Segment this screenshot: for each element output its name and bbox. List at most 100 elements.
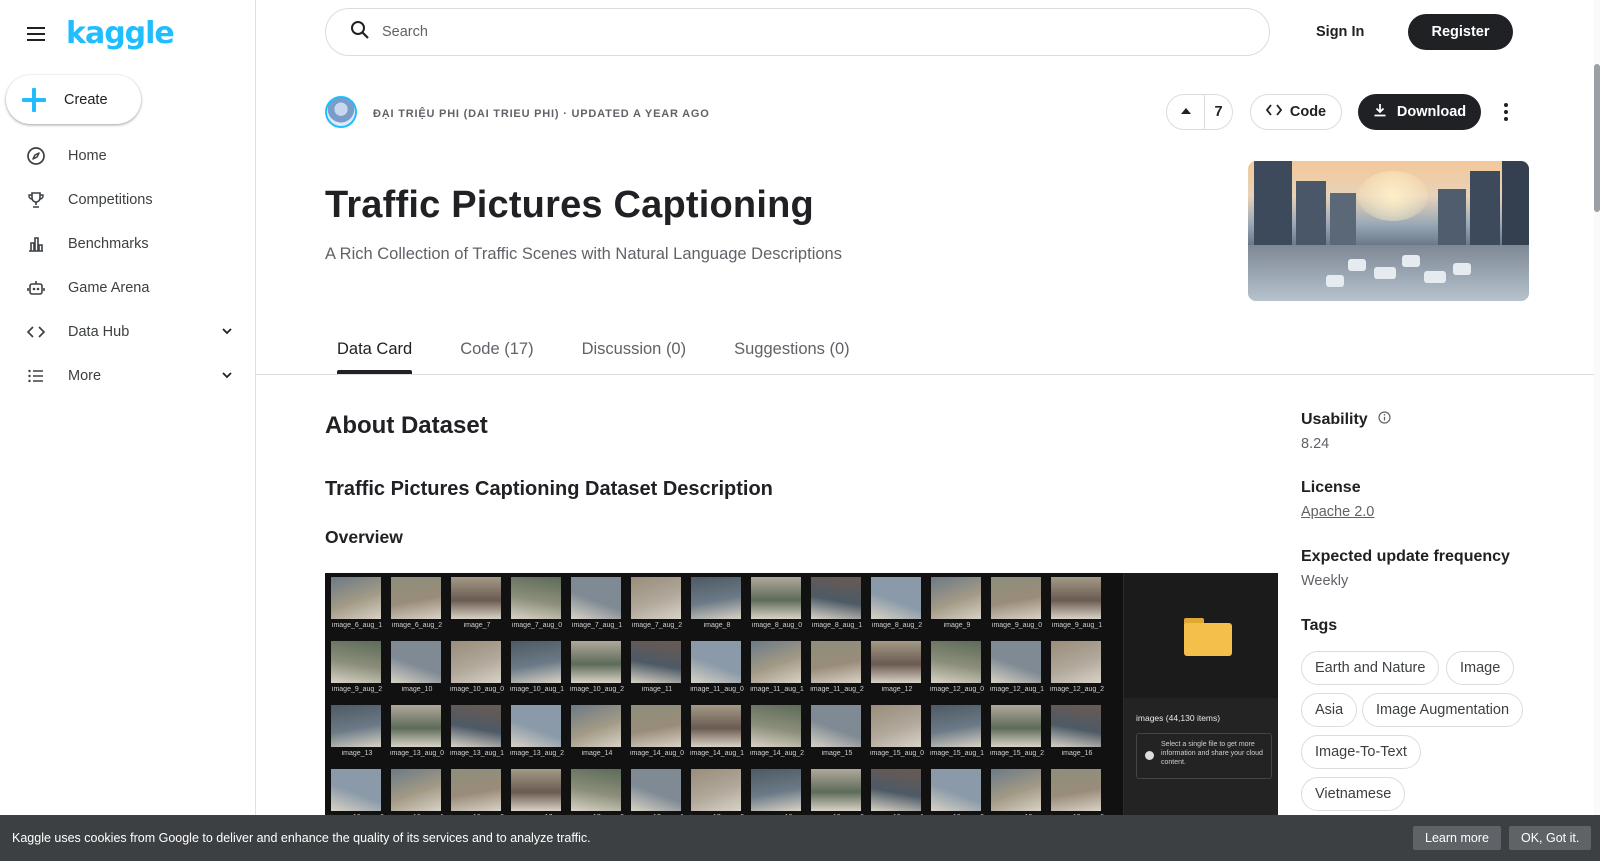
thumbnail-item[interactable]: image_7_aug_2 [627,573,687,637]
thumbnail-item[interactable]: image_13_aug_0 [387,701,447,765]
create-label: Create [64,91,108,108]
thumbnail-item[interactable]: image_6_aug_1 [327,573,387,637]
thumbnail-item[interactable]: image_19_aug_0 [1047,765,1107,818]
thumbnail-item[interactable]: image_14 [567,701,627,765]
sidebar-item-more[interactable]: More [0,354,256,398]
thumbnail-item[interactable]: image_8_aug_2 [867,573,927,637]
tab-discussion[interactable]: Discussion (0) [570,330,699,374]
thumbnail-item[interactable]: image_14_aug_2 [747,701,807,765]
thumbnail-item[interactable]: image_16_aug_1 [387,765,447,818]
thumbnail-item[interactable]: image_10_aug_0 [447,637,507,701]
avatar[interactable] [325,96,357,128]
upvote-button[interactable] [1167,95,1205,129]
thumbnail-item[interactable]: image_12 [867,637,927,701]
thumbnail-item[interactable]: image_15_aug_0 [867,701,927,765]
sidebar-item-home[interactable]: Home [0,134,256,178]
thumbnail-item[interactable]: image_9_aug_0 [987,573,1047,637]
thumbnail-item[interactable]: image_10_aug_1 [507,637,567,701]
thumbnail-image [871,769,921,811]
tag-chip[interactable]: Earth and Nature [1301,651,1440,685]
thumbnail-item[interactable]: image_7 [447,573,507,637]
thumbnail-item[interactable]: image_10 [387,637,447,701]
thumbnail-item[interactable]: image_7_aug_0 [507,573,567,637]
ok-got-it-button[interactable]: OK, Got it. [1509,826,1592,850]
thumbnail-caption: image_12_aug_0 [929,686,985,693]
thumbnail-item[interactable]: image_9_aug_2 [327,637,387,701]
thumbnail-item[interactable]: image_18_aug_1 [867,765,927,818]
tag-chip[interactable]: Vietnamese [1301,777,1406,811]
search-input[interactable] [382,24,1182,40]
tab-code[interactable]: Code (17) [448,330,545,374]
thumbnail-image [511,577,561,619]
thumbnail-item[interactable]: image_18 [747,765,807,818]
thumbnail-item[interactable]: image_17_aug_1 [627,765,687,818]
tag-chip[interactable]: Asia [1301,693,1358,727]
sidebar-item-data-hub[interactable]: Data Hub [0,310,256,354]
thumbnail-item[interactable]: image_18_aug_0 [807,765,867,818]
menu-icon[interactable] [24,22,48,46]
thumbnail-item[interactable]: image_11 [627,637,687,701]
thumbnail-item[interactable]: image_17_aug_2 [687,765,747,818]
thumbnail-item[interactable]: image_11_aug_0 [687,637,747,701]
thumbnail-image [931,577,981,619]
tab-data-card[interactable]: Data Card [325,330,424,374]
thumbnail-item[interactable]: image_15_aug_2 [987,701,1047,765]
thumbnail-caption: image_7_aug_0 [511,622,563,629]
sign-in-button[interactable]: Sign In [1300,18,1380,46]
thumbnail-item[interactable]: image_7_aug_1 [567,573,627,637]
thumbnail-item[interactable]: image_13_aug_2 [507,701,567,765]
register-button[interactable]: Register [1408,14,1513,50]
thumbnail-item[interactable]: image_19 [987,765,1047,818]
thumbnail-image [571,641,621,683]
thumbnail-item[interactable]: image_11_aug_2 [807,637,867,701]
robot-icon [26,278,46,298]
thumbnail-item[interactable]: image_8 [687,573,747,637]
thumbnail-item[interactable]: image_16_aug_0 [327,765,387,818]
tag-chip[interactable]: Image Augmentation [1362,693,1524,727]
thumbnail-caption: image_15_aug_2 [989,750,1045,757]
tag-chip[interactable]: Image [1446,651,1515,685]
thumbnail-item[interactable]: image_14_aug_1 [687,701,747,765]
thumbnail-item[interactable]: image_12_aug_1 [987,637,1047,701]
thumbnail-item[interactable]: image_9 [927,573,987,637]
thumbnail-item[interactable]: image_6_aug_2 [387,573,447,637]
folder-title: images (44,130 items) [1136,713,1221,723]
sidebar-item-benchmarks[interactable]: Benchmarks [0,222,256,266]
kaggle-logo[interactable]: kaggle [66,16,175,51]
thumbnail-item[interactable]: image_9_aug_1 [1047,573,1107,637]
trophy-icon [26,190,46,210]
thumbnail-item[interactable]: image_15_aug_1 [927,701,987,765]
code-button[interactable]: Code [1250,94,1342,130]
thumbnail-item[interactable]: image_16_aug_2 [447,765,507,818]
tag-chip[interactable]: Image-To-Text [1301,735,1421,769]
thumbnail-item[interactable]: image_8_aug_0 [747,573,807,637]
thumbnail-item[interactable]: image_14_aug_0 [627,701,687,765]
thumbnail-item[interactable]: image_18_aug_2 [927,765,987,818]
chevron-down-icon[interactable] [220,324,234,343]
thumbnail-item[interactable]: image_8_aug_1 [807,573,867,637]
sidebar-item-competitions[interactable]: Competitions [0,178,256,222]
thumbnail-item[interactable]: image_13_aug_1 [447,701,507,765]
download-button[interactable]: Download [1358,94,1481,130]
more-options-icon[interactable] [1494,98,1518,126]
thumbnail-caption: image_15_aug_1 [929,750,985,757]
tab-suggestions[interactable]: Suggestions (0) [722,330,862,374]
search-bar[interactable] [325,8,1270,56]
thumbnail-item[interactable]: image_11_aug_1 [747,637,807,701]
learn-more-button[interactable]: Learn more [1413,826,1501,850]
thumbnail-item[interactable]: image_16 [1047,701,1107,765]
thumbnail-item[interactable]: image_10_aug_2 [567,637,627,701]
thumbnail-caption: image_11_aug_0 [690,686,744,693]
thumbnail-item[interactable]: image_17 [507,765,567,818]
thumbnail-item[interactable]: image_13 [327,701,387,765]
sidebar-item-game-arena[interactable]: Game Arena [0,266,256,310]
thumbnail-item[interactable]: image_12_aug_0 [927,637,987,701]
create-button[interactable]: Create [6,75,141,124]
scrollbar-thumb[interactable] [1594,64,1600,212]
thumbnail-item[interactable]: image_15 [807,701,867,765]
thumbnail-item[interactable]: image_17_aug_0 [567,765,627,818]
info-circle-icon[interactable] [1378,411,1391,429]
chevron-down-icon[interactable] [220,368,234,387]
thumbnail-item[interactable]: image_12_aug_2 [1047,637,1107,701]
license-link[interactable]: Apache 2.0 [1301,504,1374,520]
